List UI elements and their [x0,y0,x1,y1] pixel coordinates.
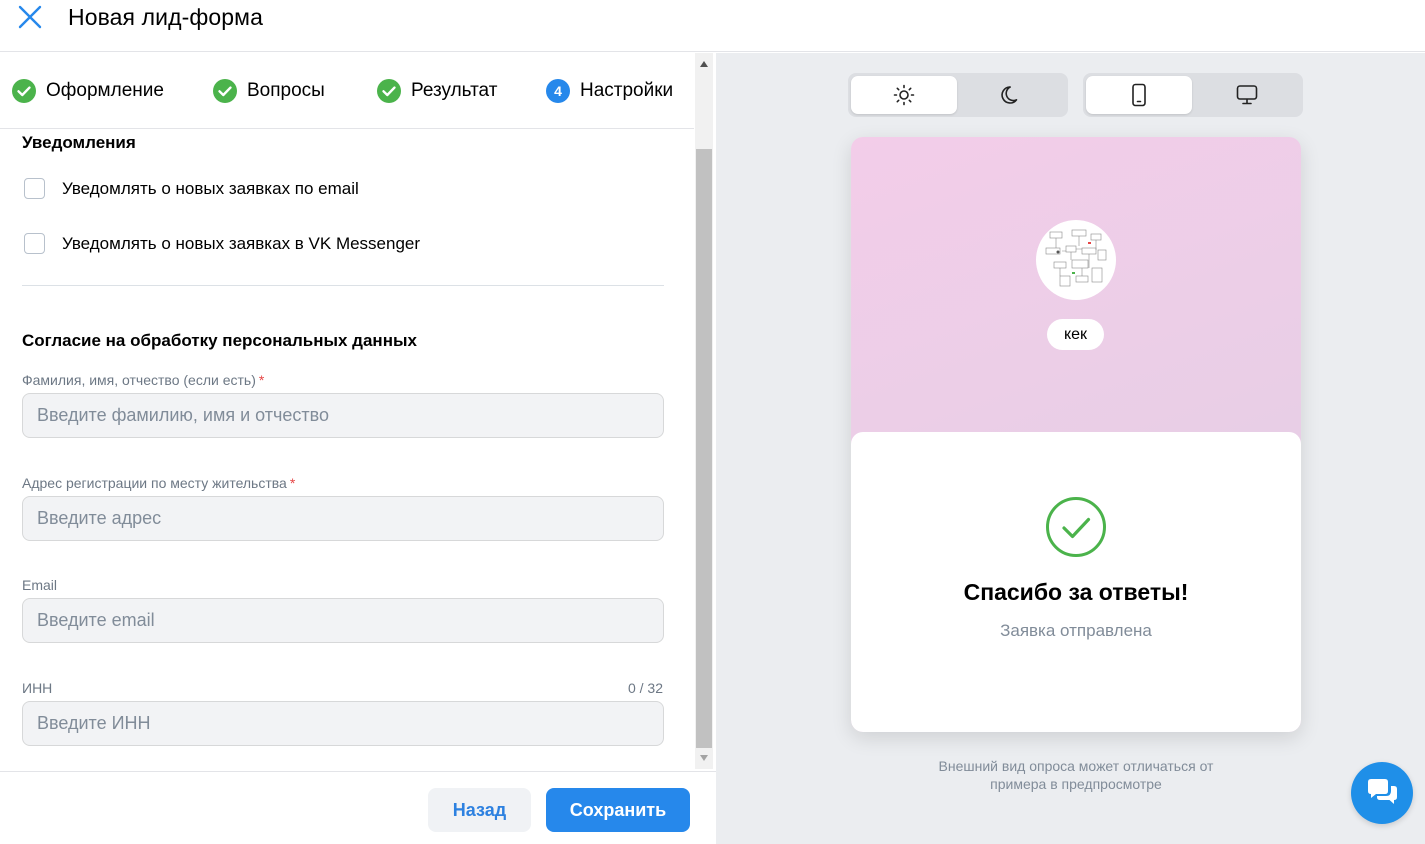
page-title: Новая лид-форма [68,4,263,30]
dark-theme-button[interactable] [959,76,1065,114]
settings-pane: Оформление Вопросы Результат 4 Настройки… [0,53,716,844]
step-questions[interactable]: Вопросы [213,77,325,105]
inn-label: ИНН [22,680,52,696]
device-toggle [1083,73,1303,117]
stepper: Оформление Вопросы Результат 4 Настройки [0,53,694,129]
result-subtitle: Заявка отправлена [1000,621,1152,640]
notify-vk-messenger-checkbox[interactable] [24,233,45,254]
field-label-text: Email [22,577,58,593]
community-name-badge: кек [1047,319,1104,350]
divider [22,285,664,286]
inn-counter: 0 / 32 [627,680,663,696]
theme-toggle [848,73,1068,117]
close-icon[interactable] [16,3,44,31]
result-card: Спасибо за ответы! Заявка отправлена [851,432,1301,732]
chat-button[interactable] [1351,762,1413,824]
required-mark: * [289,475,296,491]
desktop-icon [1236,85,1258,105]
full-name-input[interactable] [22,393,664,438]
scroll-down-arrow-icon[interactable] [700,755,708,761]
scrollbar[interactable] [695,53,713,769]
chat-bubbles-icon [1368,779,1397,804]
email-input[interactable] [22,598,664,643]
light-theme-button[interactable] [851,76,957,114]
back-button[interactable]: Назад [428,788,531,832]
step-design[interactable]: Оформление [12,77,164,105]
field-label-text: Адрес регистрации по месту жительства [22,475,287,491]
moon-icon [1001,86,1018,104]
email-label: Email [22,577,57,593]
desktop-view-button[interactable] [1194,76,1300,114]
checkbox-label: Уведомлять о новых заявках в VK Messenge… [62,233,421,253]
notify-email-checkbox-row[interactable]: Уведомлять о новых заявках по email [24,178,359,199]
scrollbar-thumb[interactable] [696,149,712,748]
step-result[interactable]: Результат [377,77,497,105]
address-input[interactable] [22,496,664,541]
footer: Назад Сохранить [0,771,716,844]
full-name-label: Фамилия, имя, отчество (если есть) * [22,372,264,388]
inn-input[interactable] [22,701,664,746]
notify-vk-messenger-checkbox-row[interactable]: Уведомлять о новых заявках в VK Messenge… [24,233,420,254]
step-label: Настройки [580,80,674,101]
check-circle-icon [377,79,401,103]
step-label: Результат [411,80,498,101]
consent-title: Согласие на обработку персональных данны… [22,331,417,350]
result-title: Спасибо за ответы! [963,579,1189,605]
step-label: Оформление [46,80,164,101]
check-circle-icon [12,79,36,103]
step-label: Вопросы [247,80,325,101]
form-preview: кек Спасибо за ответы! Заявка отправлена [851,137,1301,732]
phone-icon [1132,83,1146,107]
step-number: 4 [546,79,570,103]
settings-form: Уведомления Уведомлять о новых заявках п… [0,130,694,770]
community-avatar [1036,220,1116,300]
sun-icon [893,84,915,106]
mobile-view-button[interactable] [1086,76,1192,114]
address-label: Адрес регистрации по месту жительства * [22,475,295,491]
check-circle-icon [213,79,237,103]
notify-email-checkbox[interactable] [24,178,45,199]
success-check-icon [1046,497,1106,557]
preview-disclaimer: Внешний вид опроса может отличаться от п… [938,758,1214,792]
notifications-title: Уведомления [22,133,136,152]
required-mark: * [258,372,265,388]
save-button[interactable]: Сохранить [546,788,690,832]
step-settings[interactable]: 4 Настройки [546,77,673,105]
checkbox-label: Уведомлять о новых заявках по email [62,178,359,198]
field-label-text: ИНН [22,680,53,696]
scroll-up-arrow-icon[interactable] [700,61,708,67]
field-label-text: Фамилия, имя, отчество (если есть) [22,372,256,388]
header: Новая лид-форма [0,0,1425,52]
preview-pane: кек Спасибо за ответы! Заявка отправлена… [716,53,1425,844]
